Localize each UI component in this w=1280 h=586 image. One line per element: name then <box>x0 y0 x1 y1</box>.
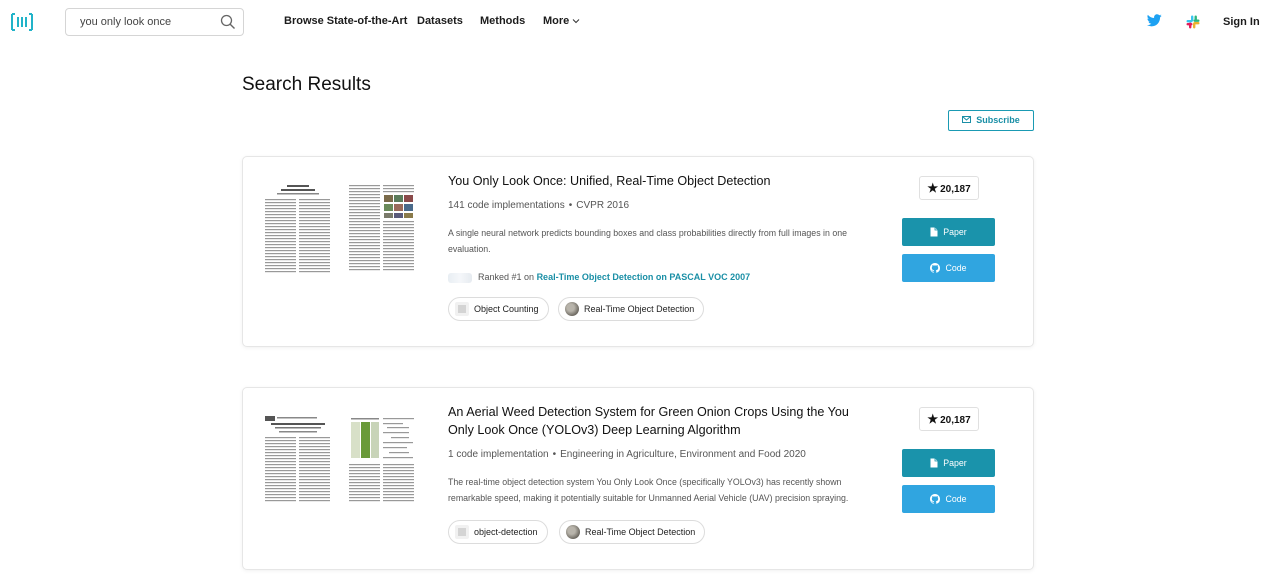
code-label: Code <box>945 263 967 273</box>
task-icon <box>455 525 469 539</box>
task-tag-label: Real-Time Object Detection <box>585 527 696 537</box>
top-navbar: Browse State-of-the-Art Datasets Methods… <box>0 0 1280 44</box>
star-icon: ★ <box>927 181 939 195</box>
star-icon: ★ <box>927 412 939 426</box>
task-tag[interactable]: object-detection <box>448 520 548 544</box>
paper-abstract: A single neural network predicts boundin… <box>448 228 848 254</box>
task-icon <box>565 302 579 316</box>
subscribe-label: Subscribe <box>976 115 1020 125</box>
code-implementations: 141 code implementations <box>448 200 565 211</box>
paper-meta: 141 code implementations • CVPR 2016 <box>448 200 629 211</box>
paper-page-1 <box>263 183 332 279</box>
nav-more[interactable]: More <box>543 15 580 27</box>
result-card: An Aerial Weed Detection System for Gree… <box>242 387 1034 570</box>
github-icon <box>930 262 941 273</box>
ranking-link[interactable]: Real-Time Object Detection on PASCAL VOC… <box>537 272 751 282</box>
search-box <box>65 8 244 36</box>
code-button[interactable]: Code <box>902 485 995 513</box>
slack-icon[interactable] <box>1186 15 1200 29</box>
twitter-icon[interactable] <box>1147 14 1162 27</box>
code-button[interactable]: Code <box>902 254 995 282</box>
task-tag[interactable]: Real-Time Object Detection <box>558 297 705 321</box>
nav-methods[interactable]: Methods <box>480 15 525 27</box>
github-stars[interactable]: ★ 20,187 <box>919 407 979 431</box>
stars-count: 20,187 <box>940 184 971 195</box>
result-card: You Only Look Once: Unified, Real-Time O… <box>242 156 1034 347</box>
task-icon <box>455 302 469 316</box>
document-icon <box>930 227 938 237</box>
github-icon <box>930 493 941 504</box>
paper-button[interactable]: Paper <box>902 449 995 477</box>
ranked-prefix: Ranked #1 on <box>478 272 535 282</box>
paper-meta: 1 code implementation • Engineering in Agr… <box>448 449 806 460</box>
venue[interactable]: Engineering in Agriculture, Environment … <box>560 449 806 460</box>
page-title: Search Results <box>242 74 371 95</box>
paper-thumbnail[interactable] <box>263 414 418 510</box>
logo-icon[interactable] <box>11 13 33 31</box>
task-tag-label: Object Counting <box>474 304 539 314</box>
chevron-down-icon <box>572 19 580 24</box>
paper-button[interactable]: Paper <box>902 218 995 246</box>
github-stars[interactable]: ★ 20,187 <box>919 176 979 200</box>
separator-dot: • <box>552 449 557 460</box>
paper-label: Paper <box>943 458 967 468</box>
subscribe-button[interactable]: Subscribe <box>948 110 1034 131</box>
task-tag[interactable]: Object Counting <box>448 297 549 321</box>
stars-count: 20,187 <box>940 415 971 426</box>
paper-title[interactable]: You Only Look Once: Unified, Real-Time O… <box>448 172 868 190</box>
search-input[interactable] <box>66 9 216 35</box>
document-icon <box>930 458 938 468</box>
task-tag-label: Real-Time Object Detection <box>584 304 695 314</box>
paper-label: Paper <box>943 227 967 237</box>
paper-title[interactable]: An Aerial Weed Detection System for Gree… <box>448 403 868 439</box>
nav-datasets[interactable]: Datasets <box>417 15 463 27</box>
venue[interactable]: CVPR 2016 <box>576 200 629 211</box>
task-tag-label: object-detection <box>474 527 538 537</box>
code-implementations: 1 code implementation <box>448 449 549 460</box>
paper-abstract: The real-time object detection system Yo… <box>448 477 849 503</box>
separator-dot: • <box>568 200 573 211</box>
benchmark-icon <box>448 272 472 283</box>
paper-page-1 <box>263 414 332 510</box>
paper-thumbnail[interactable] <box>263 183 418 279</box>
paper-page-2 <box>347 414 416 510</box>
search-icon[interactable] <box>220 14 236 30</box>
nav-more-label: More <box>543 15 570 27</box>
code-label: Code <box>945 494 967 504</box>
ranking: Ranked #1 on Real-Time Object Detection … <box>448 272 750 283</box>
task-icon <box>566 525 580 539</box>
sign-in-link[interactable]: Sign In <box>1223 16 1260 28</box>
paper-page-2 <box>347 183 416 279</box>
task-tag[interactable]: Real-Time Object Detection <box>559 520 706 544</box>
nav-browse-sota[interactable]: Browse State-of-the-Art <box>284 15 407 27</box>
envelope-icon <box>962 116 972 124</box>
